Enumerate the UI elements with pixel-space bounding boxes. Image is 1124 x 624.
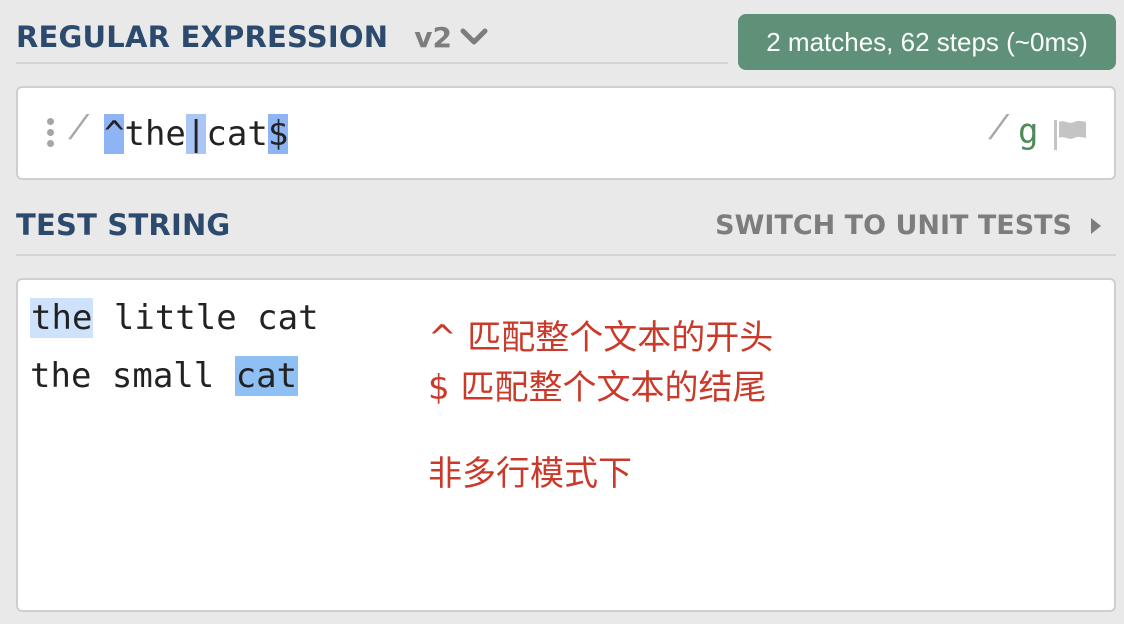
test-text: little cat (93, 298, 319, 338)
flag-icon[interactable] (1052, 118, 1088, 152)
regex-token-literal: the (124, 114, 186, 154)
triangle-right-icon (1091, 217, 1101, 234)
regex-tester-panel: REGULAR EXPRESSION v2 2 matches, 62 step… (0, 0, 1124, 624)
flavor-selector[interactable]: v2 (414, 21, 488, 54)
switch-to-unit-tests-label: SWITCH TO UNIT TESTS (715, 210, 1072, 241)
annotation-mode: 非多行模式下 (428, 454, 632, 494)
regex-token-start-anchor: ^ (104, 114, 125, 154)
regex-header: REGULAR EXPRESSION v2 (16, 12, 728, 64)
match-info-badge: 2 matches, 62 steps (~0ms) (738, 14, 1116, 70)
regex-open-delimiter: / (68, 112, 89, 150)
switch-to-unit-tests-button[interactable]: SWITCH TO UNIT TESTS (715, 210, 1102, 241)
regex-pattern[interactable]: ^ the | cat $ (104, 112, 289, 156)
flavor-label: v2 (414, 20, 452, 54)
match-highlight: the (30, 298, 94, 338)
test-string-input[interactable]: the little cat the small cat ^ 匹配整个文本的开头… (16, 278, 1116, 612)
regex-token-alternation: | (185, 114, 207, 154)
annotation-start-anchor: ^ 匹配整个文本的开头 (428, 318, 774, 358)
test-string-line: the little cat (30, 294, 319, 344)
test-string-title: TEST STRING (16, 208, 231, 242)
annotation-end-anchor: $ 匹配整个文本的结尾 (428, 368, 767, 408)
regex-token-end-anchor: $ (267, 114, 289, 154)
regex-section-title: REGULAR EXPRESSION (16, 20, 389, 54)
drag-handle-icon[interactable] (46, 118, 56, 152)
test-string-header: TEST STRING SWITCH TO UNIT TESTS (16, 198, 1116, 256)
regex-flags[interactable]: g (1018, 112, 1038, 152)
regex-token-literal: cat (206, 114, 268, 154)
test-text: the small (30, 356, 235, 396)
test-string-line: the small cat (30, 352, 299, 402)
regex-close-delimiter: / (988, 112, 1009, 150)
chevron-down-icon (460, 28, 488, 45)
match-highlight: cat (234, 356, 299, 396)
regex-input[interactable]: / ^ the | cat $ / g (16, 86, 1116, 180)
